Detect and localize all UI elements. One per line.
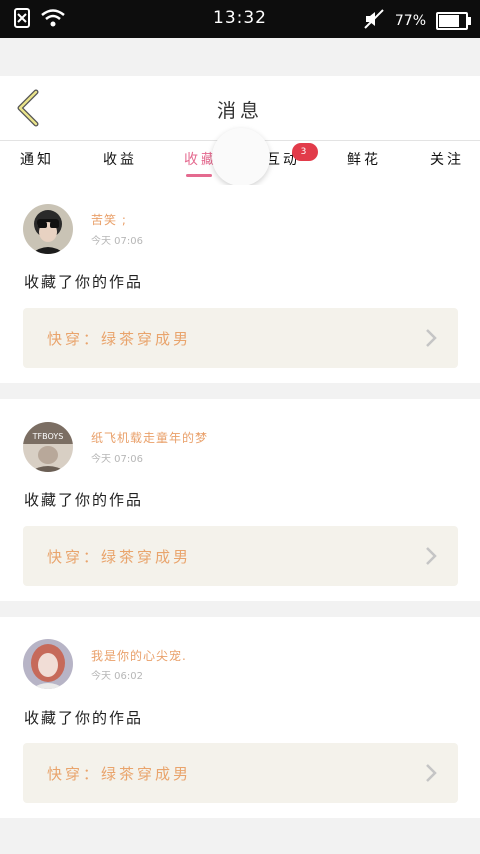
chevron-right-icon xyxy=(424,546,438,566)
work-title: 快穿：绿茶穿成男 xyxy=(47,330,192,348)
message-time: 今天 07:06 xyxy=(91,236,143,247)
battery-icon xyxy=(436,12,471,30)
work-link[interactable]: 快穿：绿茶穿成男 xyxy=(23,308,458,368)
avatar[interactable] xyxy=(23,204,73,254)
tab-follows[interactable]: 关注 xyxy=(430,149,464,169)
work-link[interactable]: 快穿：绿茶穿成男 xyxy=(23,526,458,586)
page-title: 消息 xyxy=(216,100,263,122)
message-time: 今天 07:06 xyxy=(91,454,143,465)
message-card: 我是你的心尖宠. 今天 06:02 收藏了你的作品 快穿：绿茶穿成男 xyxy=(0,617,480,818)
user-name[interactable]: 苦笑 ; xyxy=(91,211,127,228)
message-card: TFBOYS 纸飞机载走童年的梦 今天 07:06 收藏了你的作品 快穿：绿茶穿… xyxy=(0,399,480,601)
avatar[interactable] xyxy=(23,639,73,689)
tab-flowers[interactable]: 鲜花 xyxy=(347,149,381,169)
tab-notifications[interactable]: 通知 xyxy=(20,149,54,169)
message-action-text: 收藏了你的作品 xyxy=(24,491,144,509)
tab-earnings[interactable]: 收益 xyxy=(103,149,137,169)
message-action-text: 收藏了你的作品 xyxy=(24,709,144,727)
work-link[interactable]: 快穿：绿茶穿成男 xyxy=(23,743,458,803)
message-time: 今天 06:02 xyxy=(91,671,143,682)
message-action-text: 收藏了你的作品 xyxy=(24,273,144,291)
tab-interactions[interactable]: 互动 3 xyxy=(266,143,318,169)
message-card: 苦笑 ; 今天 07:06 收藏了你的作品 快穿：绿茶穿成男 xyxy=(0,185,480,383)
work-title: 快穿：绿茶穿成男 xyxy=(47,548,192,566)
chevron-right-icon xyxy=(424,763,438,783)
active-tab-indicator xyxy=(186,174,212,177)
battery-percent: 77% xyxy=(394,13,426,29)
avatar[interactable]: TFBOYS xyxy=(23,422,73,472)
work-title: 快穿：绿茶穿成男 xyxy=(47,765,192,783)
status-bar: 13:32 77% xyxy=(0,0,480,38)
user-name[interactable]: 我是你的心尖宠. xyxy=(91,647,187,664)
user-name[interactable]: 纸飞机载走童年的梦 xyxy=(91,429,208,446)
mute-icon xyxy=(363,8,385,34)
svg-text:TFBOYS: TFBOYS xyxy=(32,432,64,441)
unread-badge: 3 xyxy=(292,143,318,161)
chevron-right-icon xyxy=(424,328,438,348)
floating-assistive-button[interactable] xyxy=(212,128,270,186)
